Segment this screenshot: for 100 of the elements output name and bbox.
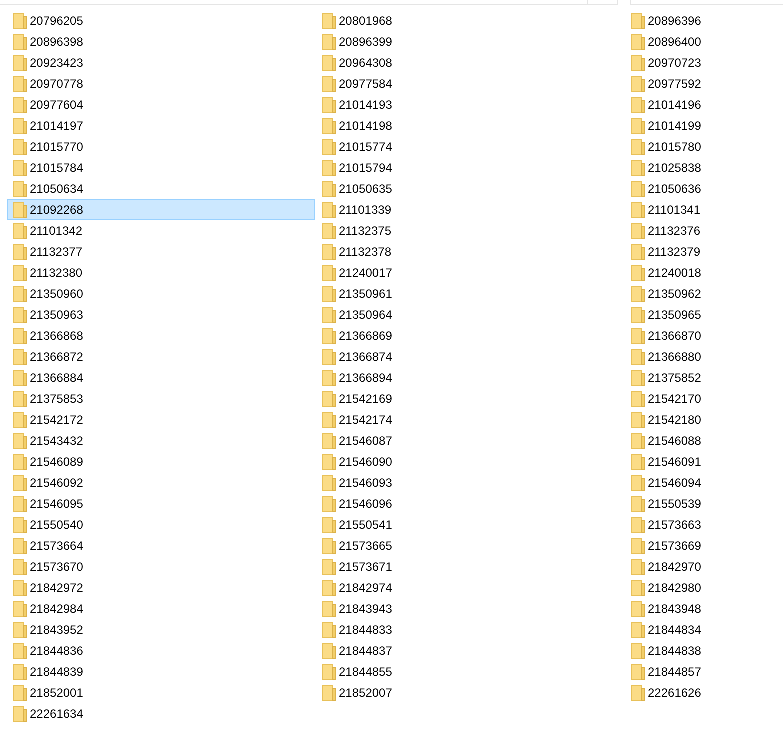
folder-item[interactable]: 21542170: [625, 388, 775, 409]
folder-item[interactable]: 21101339: [316, 199, 624, 220]
folder-item[interactable]: 21546089: [7, 451, 315, 472]
folder-item[interactable]: 21366894: [316, 367, 624, 388]
folder-item[interactable]: 21132375: [316, 220, 624, 241]
folder-item[interactable]: 21852001: [7, 682, 315, 703]
folder-item[interactable]: 21546088: [625, 430, 775, 451]
folder-item[interactable]: 21132380: [7, 262, 315, 283]
folder-item[interactable]: 21366869: [316, 325, 624, 346]
folder-item[interactable]: 20977584: [316, 73, 624, 94]
folder-item[interactable]: 21015780: [625, 136, 775, 157]
folder-item[interactable]: 21546092: [7, 472, 315, 493]
folder-item[interactable]: 20896396: [625, 10, 775, 31]
folder-item[interactable]: 21350961: [316, 283, 624, 304]
folder-item[interactable]: 21843948: [625, 598, 775, 619]
folder-item[interactable]: 21350964: [316, 304, 624, 325]
folder-item[interactable]: 21542169: [316, 388, 624, 409]
folder-item[interactable]: 20896399: [316, 31, 624, 52]
folder-item[interactable]: 21050634: [7, 178, 315, 199]
folder-item[interactable]: 21014196: [625, 94, 775, 115]
folder-item[interactable]: 21842970: [625, 556, 775, 577]
folder-item[interactable]: 21842984: [7, 598, 315, 619]
folder-item[interactable]: 21546093: [316, 472, 624, 493]
folder-item[interactable]: 21844855: [316, 661, 624, 682]
folder-item[interactable]: 21546087: [316, 430, 624, 451]
folder-item[interactable]: 21366868: [7, 325, 315, 346]
folder-item[interactable]: 21014198: [316, 115, 624, 136]
folder-item[interactable]: 22261634: [7, 703, 315, 724]
folder-item[interactable]: 21101341: [625, 199, 775, 220]
folder-item[interactable]: 21366872: [7, 346, 315, 367]
folder-item[interactable]: 20923423: [7, 52, 315, 73]
folder-item[interactable]: 21366880: [625, 346, 775, 367]
folder-item[interactable]: 21573669: [625, 535, 775, 556]
folder-item[interactable]: 20796205: [7, 10, 315, 31]
folder-item[interactable]: 21015784: [7, 157, 315, 178]
folder-item[interactable]: 21542174: [316, 409, 624, 430]
folder-item[interactable]: 21844839: [7, 661, 315, 682]
folder-item[interactable]: 21240018: [625, 262, 775, 283]
folder-item[interactable]: 21350963: [7, 304, 315, 325]
folder-item[interactable]: 21543432: [7, 430, 315, 451]
folder-item[interactable]: 21546094: [625, 472, 775, 493]
folder-item[interactable]: 21844838: [625, 640, 775, 661]
folder-item[interactable]: 21025838: [625, 157, 775, 178]
folder-item[interactable]: 21350962: [625, 283, 775, 304]
folder-item[interactable]: 21132379: [625, 241, 775, 262]
folder-item[interactable]: 21015794: [316, 157, 624, 178]
folder-item[interactable]: 21050635: [316, 178, 624, 199]
folder-item[interactable]: 21375853: [7, 388, 315, 409]
folder-item[interactable]: 21132378: [316, 241, 624, 262]
folder-item[interactable]: 21843943: [316, 598, 624, 619]
folder-item[interactable]: 21366870: [625, 325, 775, 346]
folder-item[interactable]: 20896400: [625, 31, 775, 52]
folder-item[interactable]: 21573671: [316, 556, 624, 577]
folder-item[interactable]: 21550540: [7, 514, 315, 535]
folder-item[interactable]: 21240017: [316, 262, 624, 283]
folder-item[interactable]: 21844833: [316, 619, 624, 640]
folder-item[interactable]: 21573665: [316, 535, 624, 556]
folder-item[interactable]: 21015774: [316, 136, 624, 157]
folder-item[interactable]: 20977592: [625, 73, 775, 94]
folder-item[interactable]: 20977604: [7, 94, 315, 115]
folder-item[interactable]: 21350960: [7, 283, 315, 304]
folder-item[interactable]: 20801968: [316, 10, 624, 31]
folder-item[interactable]: 22261626: [625, 682, 775, 703]
folder-item[interactable]: 21573664: [7, 535, 315, 556]
folder-item[interactable]: 21550539: [625, 493, 775, 514]
folder-item[interactable]: 21546091: [625, 451, 775, 472]
folder-item[interactable]: 21366874: [316, 346, 624, 367]
folder-item[interactable]: 20896398: [7, 31, 315, 52]
folder-item[interactable]: 21014199: [625, 115, 775, 136]
folder-item[interactable]: 21573670: [7, 556, 315, 577]
folder-item[interactable]: 21573663: [625, 514, 775, 535]
folder-item[interactable]: 20970778: [7, 73, 315, 94]
folder-item[interactable]: 21015770: [7, 136, 315, 157]
folder-item[interactable]: 21842980: [625, 577, 775, 598]
folder-item[interactable]: 21844834: [625, 619, 775, 640]
folder-item[interactable]: 21014193: [316, 94, 624, 115]
folder-item[interactable]: 21366884: [7, 367, 315, 388]
folder-item[interactable]: 21550541: [316, 514, 624, 535]
folder-item[interactable]: 21132376: [625, 220, 775, 241]
folder-item[interactable]: 21546090: [316, 451, 624, 472]
folder-item[interactable]: 21542172: [7, 409, 315, 430]
folder-item[interactable]: 21014197: [7, 115, 315, 136]
folder-item[interactable]: 21375852: [625, 367, 775, 388]
folder-item[interactable]: 21132377: [7, 241, 315, 262]
folder-item[interactable]: 21050636: [625, 178, 775, 199]
folder-item[interactable]: 21842972: [7, 577, 315, 598]
folder-item[interactable]: 21852007: [316, 682, 624, 703]
folder-item[interactable]: 21546095: [7, 493, 315, 514]
folder-item[interactable]: 21542180: [625, 409, 775, 430]
folder-item[interactable]: 21842974: [316, 577, 624, 598]
folder-item[interactable]: 21844857: [625, 661, 775, 682]
folder-item[interactable]: 21844837: [316, 640, 624, 661]
folder-item[interactable]: 21350965: [625, 304, 775, 325]
folder-item[interactable]: 21092268: [7, 199, 315, 220]
folder-item[interactable]: 21843952: [7, 619, 315, 640]
folder-item[interactable]: 20970723: [625, 52, 775, 73]
folder-item[interactable]: 21546096: [316, 493, 624, 514]
folder-item[interactable]: 21101342: [7, 220, 315, 241]
folder-item[interactable]: 20964308: [316, 52, 624, 73]
folder-item[interactable]: 21844836: [7, 640, 315, 661]
